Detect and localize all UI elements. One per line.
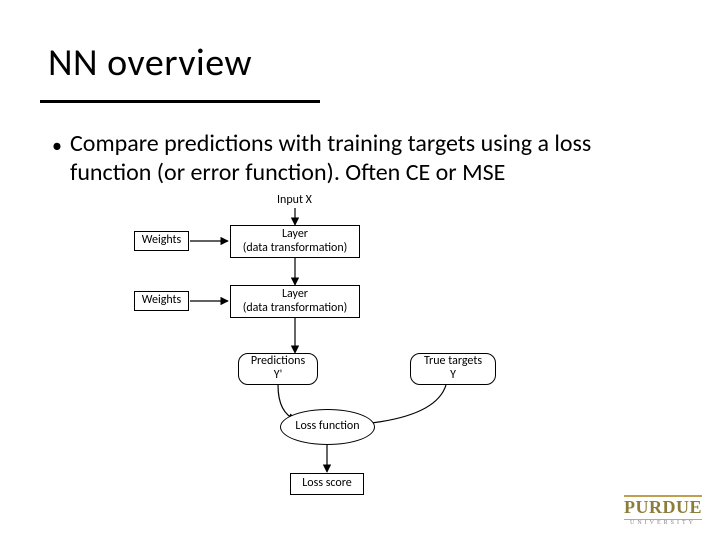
footer-logo: PURDUE UNIVERSITY [624,495,702,526]
diagram-loss-score: Loss score [290,473,364,495]
diagram-true-targets: True targets Y [410,353,496,385]
diagram-weights-1: Weights [134,231,189,251]
diagram-predictions: Predictions Y' [238,353,318,385]
bullet-text: Compare predictions with training target… [70,129,591,187]
diagram-weights-2: Weights [134,291,189,311]
diagram-layer-2: Layer (data transformation) [230,285,360,318]
page-title: NN overview [48,40,252,86]
nn-diagram: Input X Weights Weights Layer (data tran… [130,195,560,515]
slide: NN overview • Compare predictions with t… [0,0,720,540]
title-underline [40,100,320,103]
diagram-layer-1: Layer (data transformation) [230,225,360,258]
logo-sub: UNIVERSITY [624,519,702,526]
diagram-loss-function: Loss function [280,409,375,445]
bullet-item: • Compare predictions with training targ… [70,130,660,188]
bullet-dot: • [52,134,62,158]
diagram-input-label: Input X [277,193,312,207]
logo-main: PURDUE [624,495,702,518]
